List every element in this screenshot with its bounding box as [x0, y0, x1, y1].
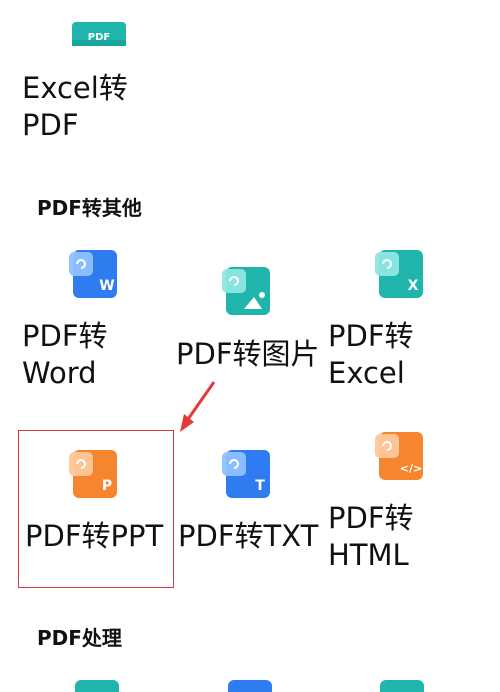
- word-doc-icon: W: [69, 250, 117, 298]
- tool-label-line1: PDF转: [22, 319, 108, 353]
- tool-label-line2: PDF: [22, 108, 79, 142]
- tool-label-line2: HTML: [328, 538, 409, 572]
- tool-label-line2: Word: [22, 356, 97, 390]
- tool-label-line2: Excel: [328, 356, 405, 390]
- icon-badge-text: </>: [400, 462, 422, 475]
- partial-tool-icon[interactable]: [380, 680, 424, 692]
- tool-label: PDF转PPT: [25, 518, 163, 555]
- tool-label: PDF转图片: [176, 336, 320, 373]
- tool-label: Excel转 PDF: [22, 70, 128, 144]
- icon-badge-text: W: [99, 278, 114, 294]
- annotation-arrow-icon: [180, 381, 216, 432]
- section-title-process: PDF处理: [37, 626, 122, 650]
- tool-label: PDF转TXT: [178, 518, 318, 555]
- image-icon: [222, 267, 270, 315]
- section-title-convert: PDF转其他: [37, 196, 142, 220]
- tool-label: PDF转 Excel: [328, 318, 414, 392]
- icon-badge-text: X: [408, 278, 419, 294]
- excel-sheet-icon: X: [375, 250, 423, 298]
- ppt-slide-icon: P: [69, 450, 117, 498]
- tool-label-line1: PDF转: [328, 501, 414, 535]
- icon-badge-text: P: [102, 478, 112, 494]
- tool-label-line1: PDF转TXT: [178, 519, 319, 553]
- tool-label: PDF转 Word: [22, 318, 108, 392]
- html-code-icon: </>: [375, 432, 423, 480]
- partial-tool-icon[interactable]: [75, 680, 119, 692]
- tool-label: PDF转 HTML: [328, 500, 414, 574]
- excel-to-pdf-icon: PDF: [72, 22, 126, 46]
- icon-badge-text: T: [255, 478, 265, 494]
- tool-label-line1: PDF转PPT: [25, 519, 164, 553]
- partial-tool-icon[interactable]: [228, 680, 272, 692]
- tool-label-line1: PDF转图片: [176, 337, 320, 371]
- tool-label-line1: Excel转: [22, 71, 128, 105]
- icon-badge-text: PDF: [88, 32, 110, 43]
- tool-label-line1: PDF转: [328, 319, 414, 353]
- txt-file-icon: T: [222, 450, 270, 498]
